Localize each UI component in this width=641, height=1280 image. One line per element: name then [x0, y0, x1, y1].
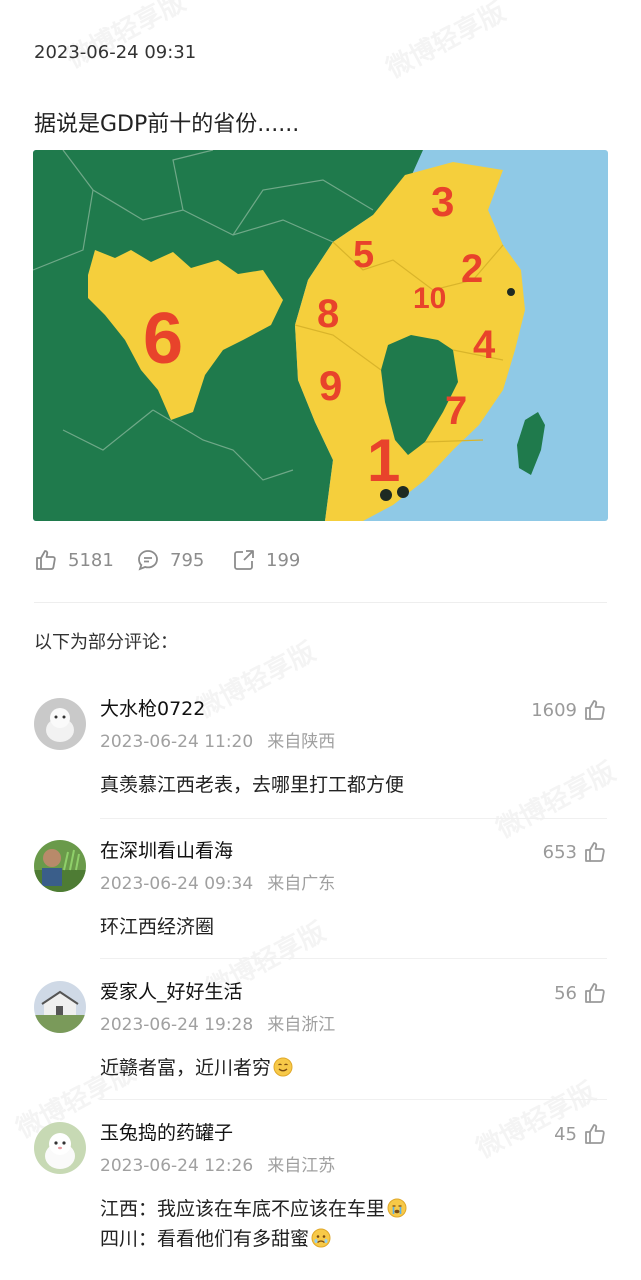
comment-meta: 2023-06-24 11:20 来自陕西 — [100, 727, 335, 752]
comment-time: 2023-06-24 09:34 — [100, 874, 254, 894]
repost-count: 199 — [266, 549, 301, 571]
map-label: 8 — [317, 292, 339, 336]
crying-emoji-icon — [387, 1198, 407, 1218]
comment-like-button[interactable]: 1609 — [531, 698, 607, 722]
map-label: 10 — [413, 282, 446, 315]
comment-count: 795 — [170, 549, 205, 571]
repost-button[interactable]: 199 — [232, 548, 300, 572]
like-count: 5181 — [68, 549, 114, 571]
watermark: 微博轻享版 — [59, 0, 191, 75]
map-label: 2 — [461, 247, 483, 291]
comment-text-line: 江西：我应该在车底不应该在车里 — [100, 1198, 386, 1220]
thumbs-up-icon — [36, 550, 56, 570]
thumbs-up-icon — [585, 1124, 605, 1144]
comment-text: 真羡慕江西老表，去哪里打工都方便 — [100, 774, 405, 796]
thumbs-up-icon — [585, 700, 605, 720]
post-image-map[interactable]: 3 5 2 10 8 4 6 9 7 1 — [33, 150, 608, 521]
china-gdp-map: 3 5 2 10 8 4 6 9 7 1 — [33, 150, 608, 521]
comment-author[interactable]: 大水枪0722 — [100, 694, 205, 721]
comment-divider — [100, 958, 607, 959]
comment-divider — [100, 1099, 607, 1100]
comment-location: 来自陕西 — [267, 732, 336, 752]
comment-text: 近赣者富，近川者穷 — [100, 1053, 293, 1080]
comment-text-line: 四川：看看他们有多甜蜜 — [100, 1228, 310, 1250]
comment-divider — [100, 818, 607, 819]
map-label: 7 — [445, 389, 467, 433]
comment-icon — [138, 550, 158, 571]
map-label: 6 — [143, 299, 183, 379]
comment-text: 环江西经济圈 — [100, 916, 215, 938]
comment-like-count: 45 — [554, 1123, 577, 1145]
thumbs-up-icon — [585, 842, 605, 862]
comment-location: 来自广东 — [267, 874, 336, 894]
comment-meta: 2023-06-24 19:28 来自浙江 — [100, 1010, 335, 1035]
comment-meta: 2023-06-24 09:34 来自广东 — [100, 869, 335, 894]
comment-text-content: 近赣者富，近川者穷 — [100, 1057, 272, 1079]
comment-author[interactable]: 爱家人_好好生活 — [100, 977, 243, 1004]
comment-time: 2023-06-24 12:26 — [100, 1156, 254, 1176]
watermark: 微博轻享版 — [469, 1072, 601, 1166]
smile-emoji-icon — [273, 1057, 293, 1077]
post-text: 据说是GDP前十的省份...... — [34, 112, 300, 137]
like-button[interactable]: 5181 — [34, 548, 114, 572]
watermark: 微博轻享版 — [189, 632, 321, 726]
watermark: 微博轻享版 — [379, 0, 511, 85]
comment-like-button[interactable]: 56 — [554, 981, 607, 1005]
thumbs-up-icon — [585, 983, 605, 1003]
avatar[interactable] — [34, 698, 86, 750]
comment-location: 来自浙江 — [267, 1015, 336, 1035]
comment-like-count: 1609 — [531, 699, 577, 721]
comment-time: 2023-06-24 11:20 — [100, 732, 254, 752]
share-icon — [234, 550, 254, 570]
avatar[interactable] — [34, 840, 86, 892]
comments-section-title: 以下为部分评论： — [34, 632, 178, 653]
map-label: 5 — [353, 234, 374, 276]
comment-like-count: 56 — [554, 982, 577, 1004]
watermark: 微博轻享版 — [489, 752, 621, 846]
comment-time: 2023-06-24 19:28 — [100, 1015, 254, 1035]
comment-button[interactable]: 795 — [136, 548, 204, 572]
comment-text: 江西：我应该在车底不应该在车里 — [100, 1194, 407, 1221]
comment-meta: 2023-06-24 12:26 来自江苏 — [100, 1151, 335, 1176]
map-label: 3 — [431, 178, 454, 225]
divider — [34, 602, 607, 603]
comment-like-count: 653 — [542, 841, 577, 863]
map-label: 1 — [367, 427, 400, 494]
post-timestamp: 2023-06-24 09:31 — [34, 42, 197, 63]
post-stats-bar: 5181 795 199 — [34, 548, 594, 576]
comment-like-button[interactable]: 653 — [543, 840, 607, 864]
comment-location: 来自江苏 — [267, 1156, 336, 1176]
comment-like-button[interactable]: 45 — [554, 1122, 607, 1146]
comment-text: 四川：看看他们有多甜蜜 — [100, 1224, 331, 1251]
avatar[interactable] — [34, 981, 86, 1033]
map-label: 4 — [473, 323, 496, 367]
comment-author[interactable]: 玉兔捣的药罐子 — [100, 1118, 233, 1145]
map-label: 9 — [319, 362, 342, 409]
avatar[interactable] — [34, 1122, 86, 1174]
sad-emoji-icon — [311, 1228, 331, 1248]
comment-author[interactable]: 在深圳看山看海 — [100, 836, 233, 863]
